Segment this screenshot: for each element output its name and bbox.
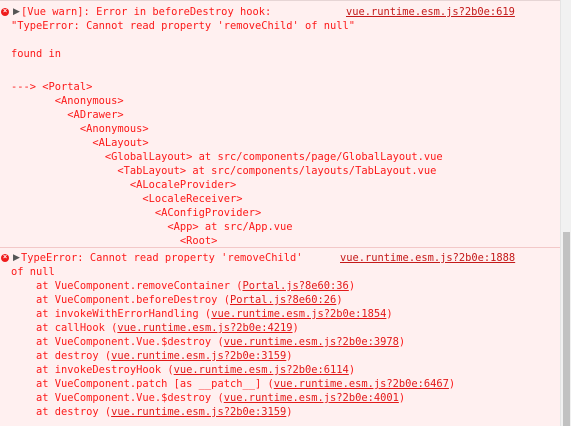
warn-source-link[interactable]: vue.runtime.esm.js?2b0e:619 — [346, 5, 515, 19]
tree-node: <ALocaleProvider> — [11, 179, 237, 191]
scrollbar-thumb[interactable] — [563, 232, 570, 426]
stack-frame-function: at destroy ( — [11, 350, 112, 362]
tree-node: <Root> — [11, 235, 218, 247]
console-message-vue-warn: × ▶ [Vue warn]: Error in beforeDestroy h… — [0, 5, 560, 248]
tree-node: <TabLayout> at src/components/layouts/Ta… — [11, 165, 437, 177]
expand-triangle-icon[interactable]: ▶ — [13, 5, 20, 19]
stack-frame-source-link[interactable]: Portal.js?8e60:26 — [230, 294, 336, 306]
stack-frame-paren: ) — [386, 308, 393, 320]
stack-frame: at VueComponent.removeContainer (Portal.… — [11, 279, 355, 293]
tree-node: <ADrawer> — [11, 109, 124, 121]
stack-frame-paren: ) — [398, 392, 406, 404]
console-message-typeerror: × ▶ TypeError: Cannot read property 'rem… — [0, 251, 560, 426]
error-circle-icon: × — [1, 254, 9, 262]
stack-frame-paren: ) — [286, 350, 293, 362]
tree-node: <ALayout> — [11, 137, 149, 149]
typeerror-source-link[interactable]: vue.runtime.esm.js?2b0e:1888 — [340, 251, 515, 265]
stack-frame-function: at VueComponent.Vue.$destroy ( — [11, 392, 224, 404]
tree-node: ---> <Portal> — [11, 81, 93, 93]
stack-frame: at VueComponent.Vue.$destroy (vue.runtim… — [11, 391, 405, 405]
stack-frame: at destroy (vue.runtime.esm.js?2b0e:3159… — [11, 405, 293, 419]
stack-frame-paren: ) — [348, 280, 356, 292]
found-in-label: found in — [11, 48, 62, 60]
stack-frame-paren: ) — [292, 322, 299, 334]
stack-frame-source-link[interactable]: vue.runtime.esm.js?2b0e:1854 — [211, 308, 386, 320]
stack-frame-function: at invokeDestroyHook ( — [11, 364, 174, 376]
stack-frame-source-link[interactable]: vue.runtime.esm.js?2b0e:3159 — [111, 350, 286, 362]
stack-frame-function: at VueComponent.patch [as __patch__] ( — [11, 378, 274, 390]
stack-frame-source-link[interactable]: Portal.js?8e60:36 — [242, 280, 348, 292]
stack-frame-paren: ) — [448, 378, 456, 390]
stack-frame: at callHook (vue.runtime.esm.js?2b0e:421… — [11, 321, 299, 335]
warn-message: "TypeError: Cannot read property 'remove… — [11, 20, 356, 32]
stack-frame-source-link[interactable]: vue.runtime.esm.js?2b0e:6114 — [174, 364, 349, 376]
typeerror-header-cont: of null — [11, 266, 55, 278]
tree-node: <AConfigProvider> — [11, 207, 262, 219]
stack-frame: at VueComponent.patch [as __patch__] (vu… — [11, 377, 455, 391]
stack-frame: at destroy (vue.runtime.esm.js?2b0e:3159… — [11, 349, 293, 363]
stack-frame-function: at callHook ( — [11, 322, 118, 334]
stack-frame-function: at VueComponent.beforeDestroy ( — [11, 294, 230, 306]
expand-triangle-icon[interactable]: ▶ — [13, 251, 20, 265]
stack-frame-function: at invokeWithErrorHandling ( — [11, 308, 212, 320]
typeerror-header: TypeError: Cannot read property 'removeC… — [21, 252, 303, 264]
tree-node: <Anonymous> — [11, 123, 149, 135]
stack-frame-source-link[interactable]: vue.runtime.esm.js?2b0e:6467 — [274, 378, 449, 390]
stack-frame-paren: ) — [398, 336, 406, 348]
stack-frame: at invokeDestroyHook (vue.runtime.esm.js… — [11, 363, 355, 377]
stack-frame: at VueComponent.Vue.$destroy (vue.runtim… — [11, 335, 405, 349]
error-circle-icon: × — [1, 8, 9, 16]
stack-frame-paren: ) — [348, 364, 356, 376]
tree-node: <LocaleReceiver> — [11, 193, 243, 205]
vertical-scrollbar[interactable] — [560, 0, 571, 426]
stack-frame-paren: ) — [286, 406, 293, 418]
stack-frame-function: at VueComponent.Vue.$destroy ( — [11, 336, 224, 348]
stack-frame-source-link[interactable]: vue.runtime.esm.js?2b0e:3159 — [111, 406, 286, 418]
top-divider — [0, 0, 571, 1]
stack-frame: at invokeWithErrorHandling (vue.runtime.… — [11, 307, 393, 321]
stack-frame-paren: ) — [336, 294, 343, 306]
stack-frame-function: at destroy ( — [11, 406, 112, 418]
stack-frame-source-link[interactable]: vue.runtime.esm.js?2b0e:4219 — [117, 322, 292, 334]
tree-node: <Anonymous> — [11, 95, 124, 107]
stack-frame: at VueComponent.beforeDestroy (Portal.js… — [11, 293, 343, 307]
warn-header: [Vue warn]: Error in beforeDestroy hook: — [21, 6, 272, 18]
stack-frame-function: at VueComponent.removeContainer ( — [11, 280, 243, 292]
tree-node: <GlobalLayout> at src/components/page/Gl… — [11, 151, 443, 163]
tree-node: <App> at src/App.vue — [11, 221, 293, 233]
stack-frame-source-link[interactable]: vue.runtime.esm.js?2b0e:4001 — [224, 392, 399, 404]
stack-frame-source-link[interactable]: vue.runtime.esm.js?2b0e:3978 — [224, 336, 399, 348]
